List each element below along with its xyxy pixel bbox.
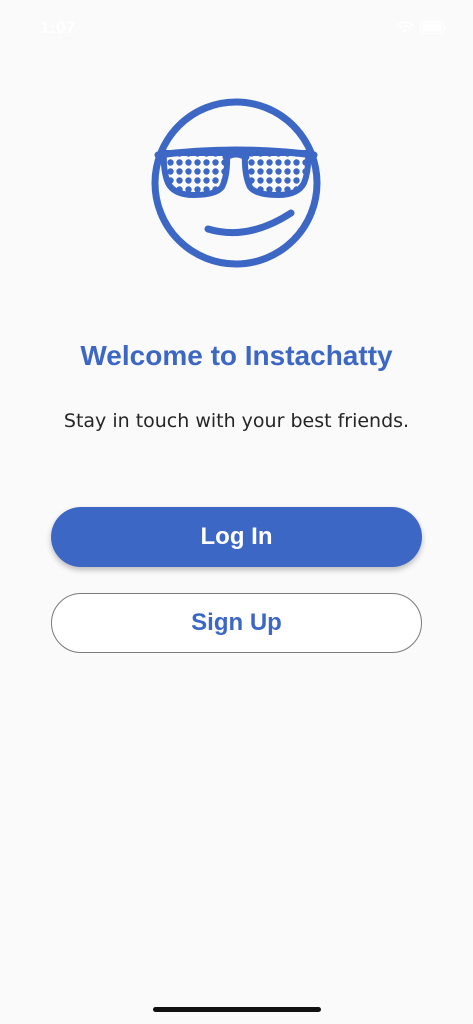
wifi-icon bbox=[396, 21, 414, 39]
login-button[interactable]: Log In bbox=[51, 507, 422, 567]
home-indicator[interactable] bbox=[153, 1007, 321, 1012]
signup-button[interactable]: Sign Up bbox=[51, 593, 422, 653]
battery-icon bbox=[420, 21, 447, 39]
login-button-label: Log In bbox=[200, 523, 273, 550]
status-bar: 1:07 bbox=[0, 0, 473, 56]
welcome-subtitle: Stay in touch with your best friends. bbox=[63, 410, 410, 432]
signup-button-label: Sign Up bbox=[191, 609, 282, 636]
status-time: 1:07 bbox=[40, 18, 77, 37]
app-logo bbox=[148, 95, 324, 271]
status-icons bbox=[396, 21, 447, 39]
sunglasses-smiley-icon bbox=[151, 98, 321, 268]
welcome-title: Welcome to Instachatty bbox=[80, 340, 393, 371]
